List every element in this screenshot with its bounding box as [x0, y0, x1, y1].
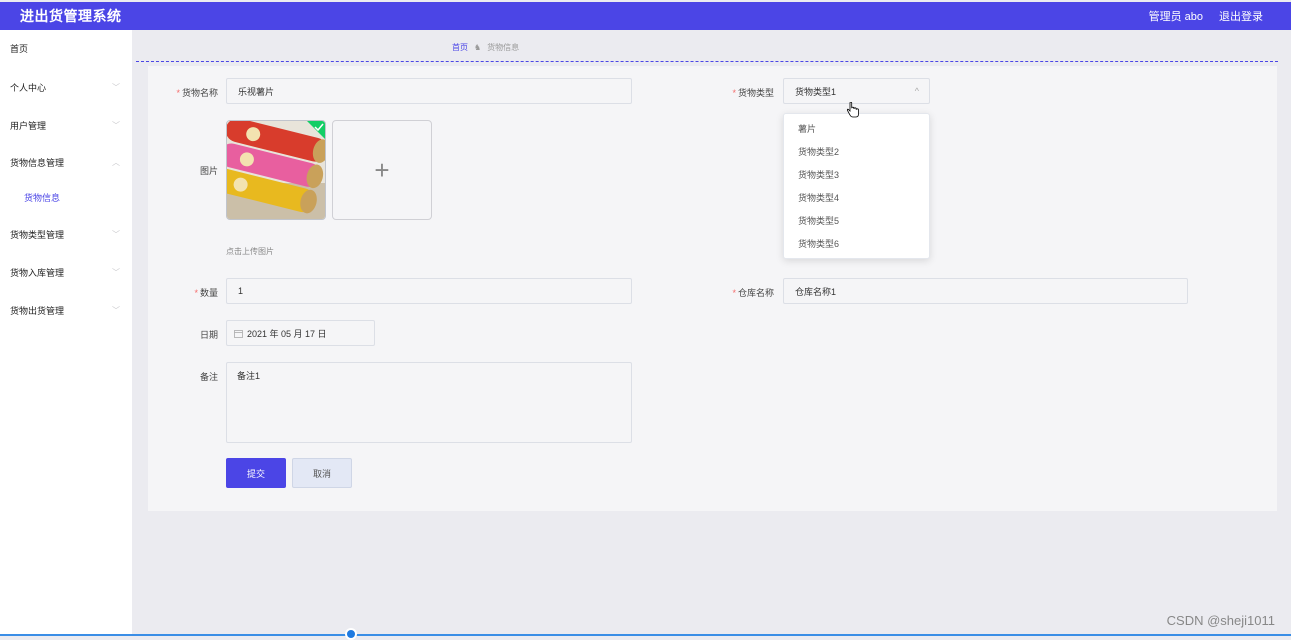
- chevron-up-icon: ︿: [112, 157, 120, 168]
- sidebar-item-label: 首页: [10, 42, 28, 55]
- required-mark: *: [194, 288, 198, 298]
- calendar-icon: [234, 329, 243, 338]
- dropdown-option[interactable]: 薯片: [784, 118, 929, 141]
- breadcrumb-current: 货物信息: [487, 42, 519, 53]
- sidebar-item-home[interactable]: 首页: [0, 38, 132, 58]
- upload-hint: 点击上传图片: [226, 246, 274, 257]
- sidebar-item-label: 货物信息: [24, 191, 60, 204]
- logout-link[interactable]: 退出登录: [1219, 8, 1263, 24]
- chevron-down-icon: ﹀: [112, 229, 120, 240]
- sidebar-item-goods-outbound-management[interactable]: 货物出货管理 ﹀: [0, 300, 132, 320]
- sidebar-item-personal-center[interactable]: 个人中心 ﹀: [0, 77, 132, 97]
- progress-handle[interactable]: [345, 628, 357, 640]
- required-mark: *: [732, 88, 736, 98]
- form-panel: *货物名称 乐视薯片 *货物类型 货物类型1 ^ 图片: [148, 66, 1277, 511]
- goods-type-dropdown: 薯片 货物类型2 货物类型3 货物类型4 货物类型5 货物类型6: [783, 113, 930, 259]
- dropdown-option[interactable]: 货物类型3: [784, 164, 929, 187]
- goods-name-input[interactable]: 乐视薯片: [226, 78, 632, 104]
- chevron-down-icon: ﹀: [112, 267, 120, 278]
- sidebar-item-label: 用户管理: [10, 119, 46, 132]
- required-mark: *: [176, 88, 180, 98]
- breadcrumb-home[interactable]: 首页: [452, 42, 468, 53]
- goods-type-value: 货物类型1: [795, 85, 836, 98]
- chevron-down-icon: ﹀: [112, 82, 120, 93]
- watermark: CSDN @sheji1011: [1167, 613, 1275, 628]
- breadcrumb-separator-icon: ♞: [474, 43, 481, 52]
- sidebar: 首页 个人中心 ﹀ 用户管理 ﹀ 货物信息管理 ︿ 货物信息 货物类型管理 ﹀ …: [0, 30, 132, 636]
- breadcrumb: 首页 ♞ 货物信息: [452, 42, 519, 53]
- divider: [136, 61, 1278, 62]
- required-mark: *: [732, 288, 736, 298]
- goods-type-label: *货物类型: [706, 86, 774, 99]
- date-picker[interactable]: 2021 年 05 月 17 日: [226, 320, 375, 346]
- upload-add-button[interactable]: +: [332, 120, 432, 220]
- note-textarea[interactable]: 备注1: [226, 362, 632, 443]
- chevron-down-icon: ﹀: [112, 120, 120, 131]
- chevron-up-icon: ^: [915, 86, 919, 96]
- goods-type-select[interactable]: 货物类型1 ^: [783, 78, 930, 104]
- image-label: 图片: [178, 164, 218, 177]
- dropdown-option[interactable]: 货物类型4: [784, 187, 929, 210]
- submit-button[interactable]: 提交: [226, 458, 286, 488]
- plus-icon: +: [374, 155, 389, 186]
- sidebar-item-label: 货物类型管理: [10, 228, 64, 241]
- note-label: 备注: [178, 370, 218, 383]
- sidebar-item-label: 货物出货管理: [10, 304, 64, 317]
- sidebar-item-goods-info[interactable]: 货物信息: [0, 187, 132, 207]
- sidebar-item-goods-inbound-management[interactable]: 货物入库管理 ﹀: [0, 262, 132, 282]
- sidebar-item-goods-type-management[interactable]: 货物类型管理 ﹀: [0, 224, 132, 244]
- dropdown-option[interactable]: 货物类型2: [784, 141, 929, 164]
- uploaded-image-thumbnail[interactable]: [226, 120, 326, 220]
- sidebar-item-label: 货物信息管理: [10, 156, 64, 169]
- top-bar: 进出货管理系统 管理员 abo 退出登录: [0, 2, 1291, 30]
- user-name[interactable]: 管理员 abo: [1149, 8, 1203, 24]
- goods-name-label: *货物名称: [156, 86, 218, 99]
- hand-cursor-icon: [846, 102, 860, 118]
- quantity-label: *数量: [170, 286, 218, 299]
- sidebar-item-label: 货物入库管理: [10, 266, 64, 279]
- quantity-input[interactable]: 1: [226, 278, 632, 304]
- sidebar-item-user-management[interactable]: 用户管理 ﹀: [0, 115, 132, 135]
- date-value: 2021 年 05 月 17 日: [247, 327, 327, 340]
- chevron-down-icon: ﹀: [112, 305, 120, 316]
- dropdown-option[interactable]: 货物类型6: [784, 233, 929, 256]
- warehouse-input[interactable]: 仓库名称1: [783, 278, 1188, 304]
- cancel-button[interactable]: 取消: [292, 458, 352, 488]
- sidebar-item-goods-info-management[interactable]: 货物信息管理 ︿: [0, 152, 132, 172]
- app-title: 进出货管理系统: [20, 6, 122, 26]
- sidebar-item-label: 个人中心: [10, 81, 46, 94]
- top-bar-actions: 管理员 abo 退出登录: [1149, 8, 1263, 24]
- warehouse-label: *仓库名称: [706, 286, 774, 299]
- date-label: 日期: [178, 328, 218, 341]
- main-content: 首页 ♞ 货物信息 *货物名称 乐视薯片 *货物类型 货物类型1 ^ 图片: [132, 30, 1291, 636]
- dropdown-option[interactable]: 货物类型5: [784, 210, 929, 233]
